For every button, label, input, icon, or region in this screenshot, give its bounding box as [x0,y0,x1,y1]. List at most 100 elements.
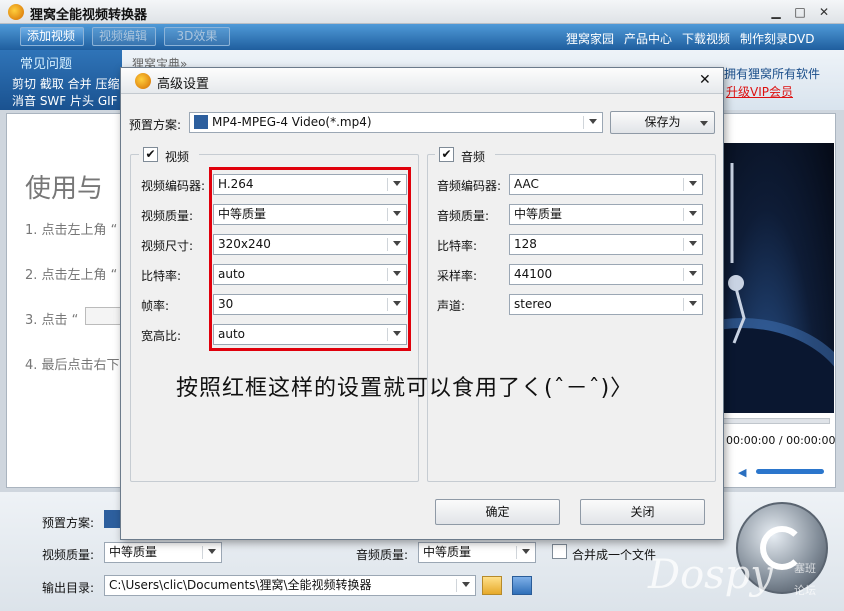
audio-row-0-value: AAC [514,177,539,191]
output-dir-label: 输出目录: [42,581,95,595]
audio-row-3-select[interactable]: 44100 [509,264,703,285]
output-dir-select[interactable]: C:\Users\clic\Documents\狸窝\全能视频转换器 [104,575,476,596]
audio-row-1-select[interactable]: 中等质量 [509,204,703,225]
chevron-down-icon [700,121,708,126]
annotation-note: 按照红框这样的设置就可以食用了く(ˆ－ˆ)〉 [176,376,634,401]
watermark-logo: Dospy [648,552,773,598]
main-toolbar: 添加视频 视频编辑 3D效果 狸窝家园 产品中心 下载视频 制作刻录DVD [0,24,844,50]
bottom-audio-quality-value: 中等质量 [423,545,472,559]
video-group-label: 视频 [165,150,190,164]
instructions-heading: 使用与 [25,174,104,204]
audio-row-4-select[interactable]: stereo [509,294,703,315]
cancel-label: 关闭 [630,505,655,519]
audio-row-2-value: 128 [514,237,537,251]
link-products[interactable]: 产品中心 [624,30,672,47]
chevron-down-icon [689,271,697,276]
edit-video-button[interactable]: 视频编辑 [92,27,156,46]
step-button-placeholder [85,307,125,325]
title-bar: 狸窝全能视频转换器 ▁ □ ✕ [0,0,844,24]
cancel-button[interactable]: 关闭 [580,499,705,525]
preset-select[interactable]: MP4-MPEG-4 Video(*.mp4) [189,112,603,133]
app-logo-icon [8,4,24,20]
audio-row-0-select[interactable]: AAC [509,174,703,195]
upgrade-vip-link[interactable]: 升级VIP会员 [726,83,793,100]
seek-bar[interactable] [722,418,830,424]
maximize-button[interactable]: □ [792,4,808,20]
chevron-down-icon [689,301,697,306]
preset-icon [104,510,120,528]
video-row-5-label: 宽高比: [141,329,182,343]
merge-checkbox[interactable] [552,544,567,559]
audio-group-label: 音频 [461,150,486,164]
instruction-step-3: 3. 点击 “ [25,313,79,328]
audio-row-0-label: 音频编码器: [437,179,502,193]
instruction-step-1: 1. 点击左上角 “ [25,223,118,238]
volume-icon[interactable]: ◀ [738,466,746,479]
highlight-box [209,167,411,351]
audio-enable-checkbox[interactable]: ✔ [439,147,454,162]
dialog-title: 高级设置 [157,77,210,92]
dialog-close-button[interactable]: ✕ [699,72,711,88]
video-row-3-label: 比特率: [141,269,182,283]
3d-effect-button[interactable]: 3D效果 [164,27,230,46]
chevron-down-icon [462,582,470,587]
output-dir-value: C:\Users\clic\Documents\狸窝\全能视频转换器 [109,578,372,592]
open-folder-icon[interactable] [512,576,532,595]
preset-value: MP4-MPEG-4 Video(*.mp4) [212,115,372,129]
faq-links-1[interactable]: 剪切 截取 合并 压缩 [12,75,119,92]
ok-button[interactable]: 确定 [435,499,560,525]
watermark-sub-2: 论坛 [794,584,816,597]
audio-row-3-label: 采样率: [437,269,478,283]
preset-label: 预置方案: [129,118,182,132]
faq-title[interactable]: 常见问题 [20,53,72,72]
video-group-header: ✔ 视频 [139,147,199,164]
video-row-4-label: 帧率: [141,299,170,313]
ok-label: 确定 [485,505,510,519]
audio-row-2-select[interactable]: 128 [509,234,703,255]
dialog-logo-icon [135,73,151,89]
volume-slider[interactable] [756,469,824,474]
minimize-button[interactable]: ▁ [768,4,784,20]
merge-label: 合并成一个文件 [572,548,657,562]
browse-folder-icon[interactable] [482,576,502,595]
chevron-down-icon [589,119,597,124]
bottom-video-quality-label: 视频质量: [42,548,95,562]
preview-art-icon [622,163,844,508]
link-home[interactable]: 狸窝家园 [566,30,614,47]
audio-row-1-label: 音频质量: [437,209,490,223]
dialog-title-bar: 高级设置 ✕ [121,68,723,94]
bottom-video-quality-value: 中等质量 [109,545,158,559]
video-row-2-label: 视频尺寸: [141,239,194,253]
faq-panel: 常见问题 剪切 截取 合并 压缩 消音 SWF 片头 GIF [0,50,122,110]
audio-row-1-value: 中等质量 [514,207,563,221]
link-download-video[interactable]: 下载视频 [682,30,730,47]
time-display: 00:00:00 / 00:00:00 [726,434,836,447]
chevron-down-icon [689,181,697,186]
vip-text: 拥有狸窝所有软件 [724,67,821,81]
preset-icon [194,115,208,129]
chevron-down-icon [522,549,530,554]
bottom-audio-quality-label: 音频质量: [356,548,409,562]
link-burn-dvd[interactable]: 制作刻录DVD [740,30,814,47]
save-as-label: 保存为 [644,115,681,129]
close-button[interactable]: ✕ [816,4,832,20]
add-video-button[interactable]: 添加视频 [20,27,84,46]
save-as-button[interactable]: 保存为 [610,111,715,134]
video-preview [622,143,844,508]
bottom-audio-quality-select[interactable]: 中等质量 [418,542,536,563]
chevron-down-icon [208,549,216,554]
bottom-preset-label: 预置方案: [42,516,95,530]
audio-row-3-value: 44100 [514,267,553,281]
watermark-sub-1: 塞班 [794,562,816,575]
audio-group-header: ✔ 音频 [435,147,495,164]
video-row-1-label: 视频质量: [141,209,194,223]
chevron-down-icon [689,241,697,246]
audio-row-4-value: stereo [514,297,552,311]
faq-links-2[interactable]: 消音 SWF 片头 GIF [12,92,118,109]
bottom-video-quality-select[interactable]: 中等质量 [104,542,222,563]
instruction-step-2: 2. 点击左上角 “ [25,268,118,283]
chevron-down-icon [689,211,697,216]
video-enable-checkbox[interactable]: ✔ [143,147,158,162]
instructions-panel: 使用与 1. 点击左上角 “ 2. 点击左上角 “ 3. 点击 “ 4. 最后点… [6,113,126,488]
instruction-step-4: 4. 最后点击右下 [25,358,120,373]
